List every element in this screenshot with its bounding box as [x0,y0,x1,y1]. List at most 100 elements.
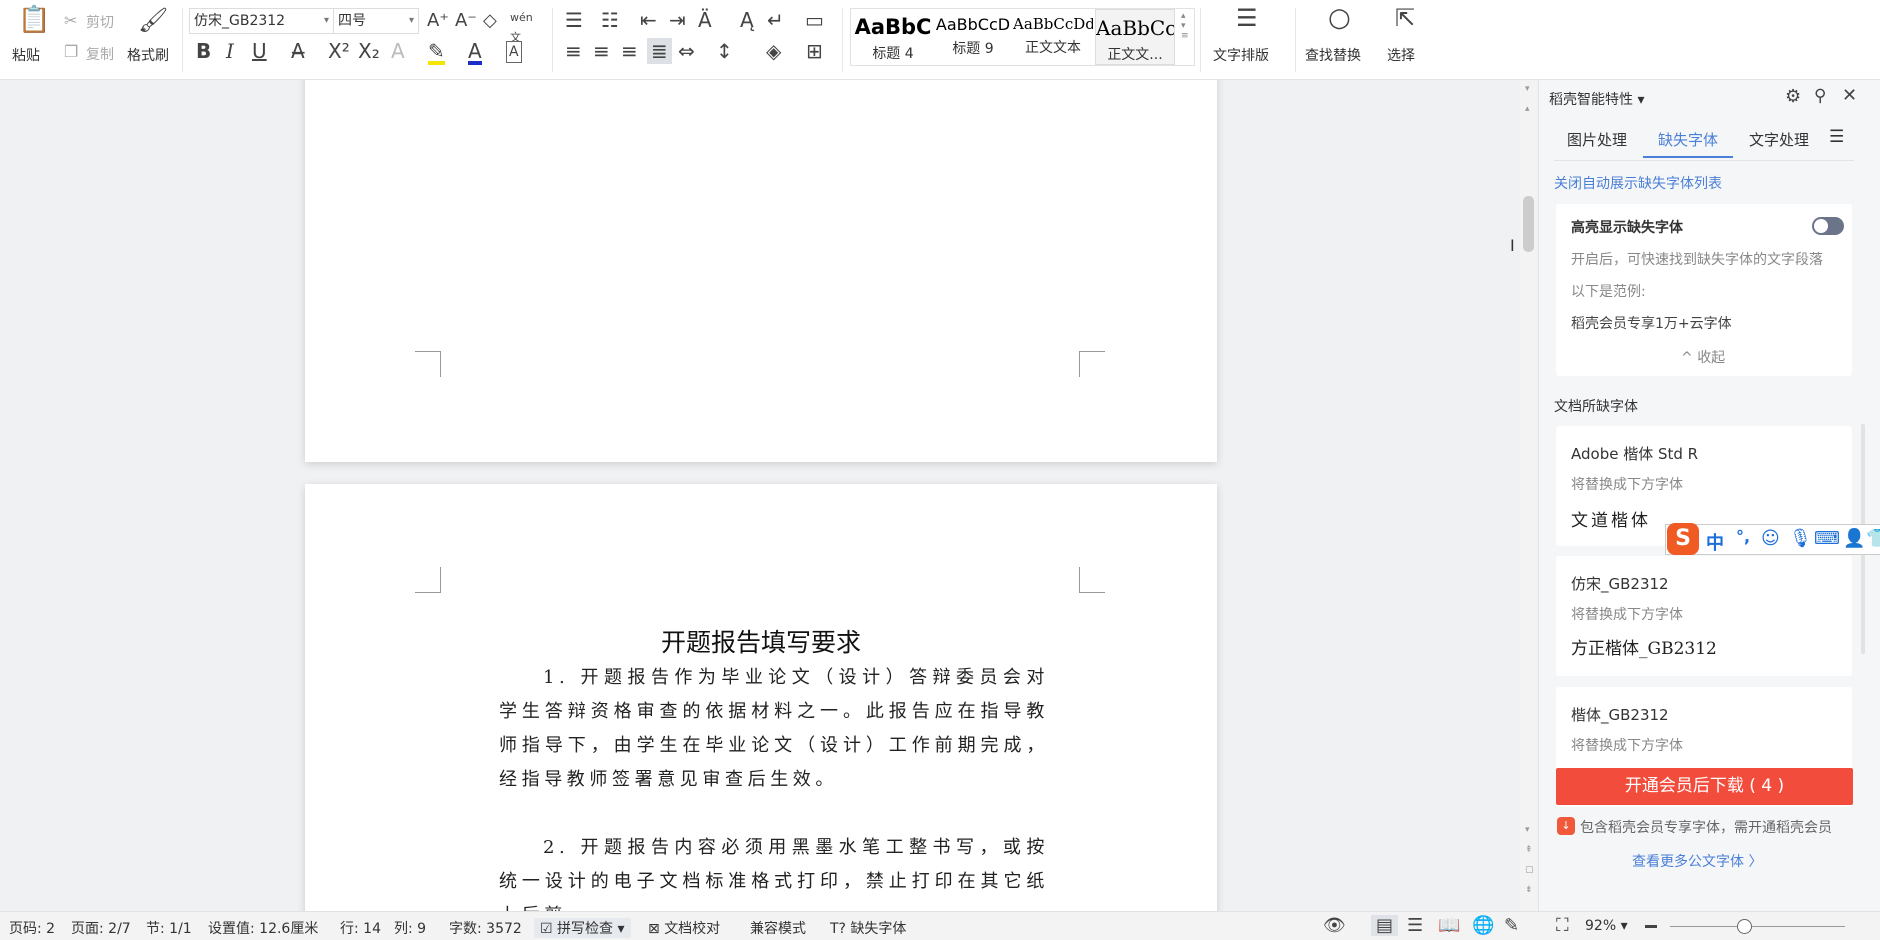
font-size-select[interactable]: 四号 ▾ [333,8,419,34]
justify-icon[interactable]: ≣ [647,38,672,64]
zoom-slider[interactable] [1670,926,1845,927]
collapse-button[interactable]: ^ 收起 [1681,347,1725,367]
align-center-icon[interactable]: ≡ [593,41,610,61]
cursor-icon: ⇱ [1395,4,1416,32]
doc-proof-button[interactable]: ⊠ 文档校对 [648,918,720,938]
text-layout-button[interactable]: 文字排版 [1213,45,1269,65]
margin-mark [415,567,441,593]
panel-title[interactable]: 稻壳智能特性 ▾ [1549,89,1644,109]
missing-font-button[interactable]: T? 缺失字体 [830,918,906,938]
document-scrollbar[interactable]: ▾ ▴ ▾ ⇞ ▢ ⇟ [1520,80,1538,911]
shrink-font-icon[interactable]: A⁻ [455,11,477,31]
gear-icon[interactable]: ⚙ [1785,86,1801,107]
borders-icon[interactable]: ⊞ [806,41,823,61]
find-replace-button[interactable]: 查找替换 [1305,45,1361,65]
skin-icon[interactable]: 👕 [1866,528,1880,549]
align-left-icon[interactable]: ≡ [565,41,582,61]
keyboard-icon[interactable]: ⌨ [1814,528,1840,549]
text-effect-icon[interactable]: A [391,41,405,61]
page-code[interactable]: 页码: 2 [9,918,55,938]
subscript-icon[interactable]: X₂ [358,41,380,61]
close-auto-show-link[interactable]: 关闭自动展示缺失字体列表 [1554,173,1722,193]
compat-mode[interactable]: 兼容模式 [750,918,806,938]
align-right-icon[interactable]: ≡ [621,41,638,61]
bold-icon[interactable]: B [196,41,211,61]
pin-icon[interactable]: ⚲ [1814,86,1826,106]
tab-text-processing[interactable]: 文字处理 [1749,129,1809,150]
font-color-icon[interactable]: A [468,41,482,65]
fit-page-icon[interactable]: ⛶ [1556,915,1569,936]
gallery-scroll-icon[interactable]: ▴ ▾ ≡ [1181,11,1189,41]
page-2[interactable]: 开题报告填写要求 1. 开题报告作为毕业论文（设计）答辩委员会对学生答辩资格审查… [305,484,1217,911]
reading-view-icon[interactable]: 📖 [1438,915,1460,936]
ribbon-toolbar: 📋 粘贴 ✂ 剪切 ❐ 复制 🖌 格式刷 仿宋_GB2312 ▾ 四号 ▾ A⁺ A… [0,0,1880,80]
margin-mark [1079,567,1105,593]
paste-button[interactable]: 粘贴 [12,45,40,65]
style-normal[interactable]: AaBbCc 正文文... [1095,9,1175,65]
highlight-icon[interactable]: ✎ [428,41,445,65]
shading-icon[interactable]: ◈ [766,41,781,61]
word-count[interactable]: 字数: 3572 [449,918,522,938]
style-heading-4[interactable]: AaBbC 标题 4 [853,9,933,65]
eye-protection-icon[interactable]: 👁 [1323,915,1346,936]
zoom-level[interactable]: 92% ▾ [1585,918,1628,934]
eraser-icon[interactable]: ◇ [483,11,497,31]
bullet-list-icon[interactable]: ☰ [565,10,583,30]
cut-button[interactable]: 剪切 [86,12,114,32]
italic-icon[interactable]: I [226,41,234,61]
replacement-font: 文道楷体 [1571,511,1651,531]
ruler-icon[interactable]: ▭ [805,10,824,30]
font-card[interactable]: 仿宋_GB2312 将替换成下方字体 方正楷体_GB2312 [1556,556,1852,676]
paste-icon[interactable]: 📋 [18,7,50,33]
page-count[interactable]: 页面: 2/7 [71,918,131,938]
emoji-icon[interactable]: ☺ [1761,528,1780,549]
ime-punct-toggle[interactable]: °, [1736,527,1750,546]
tab-missing-fonts[interactable]: 缺失字体 [1658,129,1718,150]
decrease-indent-icon[interactable]: ⇤ [640,10,657,30]
select-button[interactable]: 选择 [1387,45,1415,65]
web-view-icon[interactable]: 🌐 [1472,915,1494,936]
text-direction-icon[interactable]: Ą [740,10,754,30]
line-spacing-icon[interactable]: ↕ [716,41,733,61]
menu-icon[interactable]: ☰ [1829,127,1844,147]
format-painter-button[interactable]: 格式刷 [127,45,169,65]
style-body-text[interactable]: AaBbCcDd 正文文本 [1013,9,1093,65]
more-fonts-link[interactable]: 查看更多公文字体 〉 [1632,851,1762,871]
column[interactable]: 列: 9 [394,918,426,938]
setting-value[interactable]: 设置值: 12.6厘米 [208,918,318,938]
highlight-toggle[interactable] [1812,217,1844,235]
close-icon[interactable]: ✕ [1842,85,1857,106]
underline-icon[interactable]: U [252,41,267,61]
row[interactable]: 行: 14 [340,918,381,938]
char-scaling-icon[interactable]: Ä [698,10,712,30]
grow-font-icon[interactable]: A⁺ [427,11,449,31]
ime-lang-toggle[interactable]: 中 [1706,529,1724,555]
copy-button[interactable]: 复制 [86,44,114,64]
distribute-icon[interactable]: ⇔ [678,41,695,61]
spell-check-button[interactable]: ☑ 拼写检查 ▾ [534,918,631,938]
page-view-icon[interactable]: ▤ [1371,915,1399,936]
zoom-slider-handle[interactable] [1737,919,1752,934]
outline-view-icon[interactable]: ☰ [1407,915,1423,936]
zoom-out-button[interactable] [1645,925,1657,928]
section[interactable]: 节: 1/1 [146,918,192,938]
font-name-select[interactable]: 仿宋_GB2312 ▾ [189,8,334,34]
user-icon[interactable]: 👤 [1843,528,1865,549]
strikethrough-icon[interactable]: A̶ [291,41,305,61]
tab-image-processing[interactable]: 图片处理 [1567,129,1627,150]
line-break-icon[interactable]: ↵ [767,10,784,30]
search-icon: ○ [1328,3,1351,33]
numbered-list-icon[interactable]: ☷ [601,10,619,30]
increase-indent-icon[interactable]: ⇥ [669,10,686,30]
superscript-icon[interactable]: X² [328,41,350,61]
font-hint: 将替换成下方字体 [1571,738,1683,754]
download-button[interactable]: 开通会员后下载 ( 4 ) [1556,768,1853,805]
pen-icon[interactable]: ✎ [1504,915,1519,936]
highlight-card: 高亮显示缺失字体 开启后，可快速找到缺失字体的文字段落 以下是范例: 稻壳会员专… [1556,204,1852,376]
font-size-value: 四号 [338,13,366,29]
style-heading-9[interactable]: AaBbCcD 标题 9 [933,9,1013,65]
scroll-thumb[interactable] [1523,196,1534,252]
sogou-logo-icon[interactable]: S [1667,523,1699,555]
char-border-icon[interactable]: A [506,41,522,63]
microphone-icon[interactable]: 🎙 [1789,528,1812,549]
